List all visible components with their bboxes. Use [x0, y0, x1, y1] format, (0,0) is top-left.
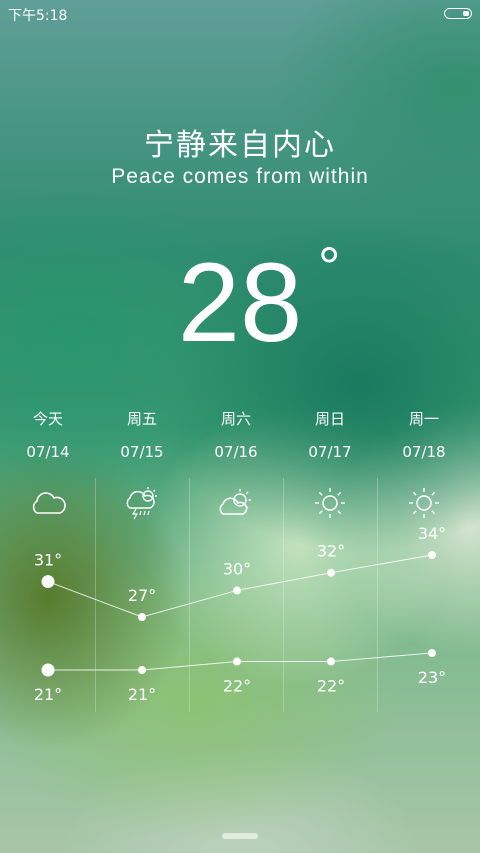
forecast-date: 07/18 — [402, 443, 446, 461]
sun-icon — [377, 483, 471, 523]
forecast-day-label: 周五 — [126, 410, 157, 428]
battery-icon — [444, 8, 472, 19]
current-temp-value: 28 — [177, 240, 303, 365]
current-temperature: 28 ° — [0, 235, 480, 367]
forecast-date: 07/14 — [26, 443, 70, 461]
forecast-day[interactable]: 周六 07/16 — [189, 400, 283, 523]
forecast-day[interactable]: 周一 07/18 — [377, 400, 471, 523]
forecast-day-label: 周一 — [408, 410, 439, 428]
sun-icon — [283, 483, 377, 523]
forecast-day[interactable]: 周日 07/17 — [283, 400, 377, 523]
quote-chinese: 宁静来自内心 — [144, 128, 336, 163]
column-divider — [283, 478, 284, 712]
column-divider — [377, 478, 378, 712]
cloud-icon — [1, 483, 95, 523]
column-divider — [189, 478, 190, 712]
forecast-day[interactable]: 今天 07/14 — [1, 400, 95, 523]
forecast-day-label: 周六 — [220, 410, 251, 428]
status-bar: 下午5:18 — [0, 0, 480, 28]
forecast-day[interactable]: 周五 07/15 — [95, 400, 189, 523]
forecast-date: 07/16 — [214, 443, 258, 461]
forecast-panel: 今天 07/14 周五 07/15 周六 07/16 周日 07/17 周一 0… — [0, 400, 480, 720]
forecast-date: 07/17 — [308, 443, 352, 461]
thunderstorm-rain-icon — [95, 483, 189, 523]
home-indicator[interactable] — [222, 833, 258, 839]
forecast-day-label: 今天 — [32, 410, 63, 428]
column-divider — [95, 478, 96, 712]
forecast-date: 07/15 — [120, 443, 164, 461]
partly-cloudy-icon — [189, 483, 283, 523]
status-time: 下午5:18 — [8, 8, 68, 24]
current-temp-unit: ° — [318, 235, 341, 298]
forecast-day-label: 周日 — [314, 410, 345, 428]
quote-english: Peace comes from within — [111, 165, 369, 188]
